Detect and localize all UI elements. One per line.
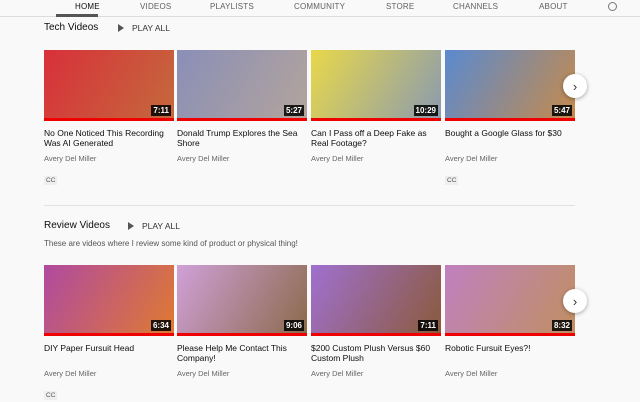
play-icon: [118, 24, 124, 32]
video-title[interactable]: No One Noticed This Recording Was AI Gen…: [44, 128, 174, 148]
watch-progress-bar: [445, 333, 575, 336]
video-thumbnail[interactable]: 7:11: [311, 265, 441, 336]
tab-community[interactable]: COMMUNITY: [294, 2, 345, 11]
video-title[interactable]: $200 Custom Plush Versus $60 Custom Plus…: [311, 343, 441, 363]
video-thumbnail[interactable]: 6:34: [44, 265, 174, 336]
video-thumbnail[interactable]: 5:27: [177, 50, 307, 121]
tab-videos[interactable]: VIDEOS: [140, 2, 171, 11]
chevron-right-icon: ›: [572, 293, 578, 309]
video-card[interactable]: 5:27 Donald Trump Explores the Sea Shore…: [177, 50, 307, 163]
watch-progress-bar: [445, 118, 575, 121]
video-thumbnail[interactable]: 5:47: [445, 50, 575, 121]
tab-channels[interactable]: CHANNELS: [453, 2, 498, 11]
channel-name[interactable]: Avery Del Miller: [177, 369, 307, 378]
video-card[interactable]: 10:29 Can I Pass off a Deep Fake as Real…: [311, 50, 441, 163]
play-icon: [128, 222, 134, 230]
video-duration: 6:34: [150, 320, 171, 331]
cc-badge: CC: [445, 176, 459, 185]
channel-name[interactable]: Avery Del Miller: [177, 154, 307, 163]
video-duration: 9:06: [283, 320, 304, 331]
watch-progress-bar: [177, 118, 307, 121]
video-title[interactable]: Bought a Google Glass for $30: [445, 128, 575, 148]
channel-name[interactable]: Avery Del Miller: [44, 154, 174, 163]
channel-name[interactable]: Avery Del Miller: [445, 154, 575, 163]
tab-about[interactable]: ABOUT: [539, 2, 568, 11]
watch-progress-bar: [44, 118, 174, 121]
video-thumbnail[interactable]: 8:32: [445, 265, 575, 336]
video-card[interactable]: 6:34 DIY Paper Fursuit Head Avery Del Mi…: [44, 265, 174, 402]
video-card[interactable]: 9:06 Please Help Me Contact This Company…: [177, 265, 307, 378]
video-card[interactable]: 7:11 $200 Custom Plush Versus $60 Custom…: [311, 265, 441, 378]
video-title[interactable]: Donald Trump Explores the Sea Shore: [177, 128, 307, 148]
cc-badge: CC: [44, 391, 58, 400]
play-all-button[interactable]: PLAY ALL: [128, 221, 180, 231]
watch-progress-bar: [311, 118, 441, 121]
video-thumbnail[interactable]: 7:11: [44, 50, 174, 121]
video-duration: 7:11: [418, 320, 438, 331]
watch-progress-bar: [177, 333, 307, 336]
next-button[interactable]: ›: [563, 289, 587, 313]
section-title: Review Videos: [44, 220, 110, 231]
video-title[interactable]: Please Help Me Contact This Company!: [177, 343, 307, 363]
tab-playlists[interactable]: PLAYLISTS: [210, 2, 254, 11]
video-duration: 8:32: [551, 320, 572, 331]
play-all-label: PLAY ALL: [142, 221, 180, 231]
video-title[interactable]: Can I Pass off a Deep Fake as Real Foota…: [311, 128, 441, 148]
play-all-button[interactable]: PLAY ALL: [118, 23, 170, 33]
section-title: Tech Videos: [44, 22, 99, 33]
tab-home[interactable]: HOME: [75, 2, 100, 11]
section-description: These are videos where I review some kin…: [44, 239, 298, 248]
video-thumbnail[interactable]: 9:06: [177, 265, 307, 336]
search-icon[interactable]: [608, 2, 617, 11]
video-title[interactable]: Robotic Fursuit Eyes?!: [445, 343, 575, 363]
divider: [44, 205, 575, 206]
channel-tabs: HOME VIDEOS PLAYLISTS COMMUNITY STORE CH…: [0, 0, 640, 17]
video-duration: 5:27: [283, 105, 304, 116]
tab-store[interactable]: STORE: [386, 2, 414, 11]
video-card[interactable]: 5:47 Bought a Google Glass for $30 Avery…: [445, 50, 575, 187]
channel-name[interactable]: Avery Del Miller: [44, 369, 174, 378]
video-duration: 7:11: [151, 105, 171, 116]
video-card[interactable]: 8:32 Robotic Fursuit Eyes?! Avery Del Mi…: [445, 265, 575, 378]
video-duration: 10:29: [413, 105, 438, 116]
video-title[interactable]: DIY Paper Fursuit Head: [44, 343, 174, 363]
chevron-right-icon: ›: [572, 78, 578, 94]
cc-badge: CC: [44, 176, 58, 185]
channel-name[interactable]: Avery Del Miller: [311, 154, 441, 163]
play-all-label: PLAY ALL: [132, 23, 170, 33]
next-button[interactable]: ›: [563, 74, 587, 98]
video-duration: 5:47: [551, 105, 572, 116]
active-tab-indicator: [56, 14, 98, 17]
video-card[interactable]: 7:11 No One Noticed This Recording Was A…: [44, 50, 174, 187]
channel-name[interactable]: Avery Del Miller: [311, 369, 441, 378]
channel-name[interactable]: Avery Del Miller: [445, 369, 575, 378]
video-thumbnail[interactable]: 10:29: [311, 50, 441, 121]
watch-progress-bar: [311, 333, 441, 336]
watch-progress-bar: [44, 333, 174, 336]
